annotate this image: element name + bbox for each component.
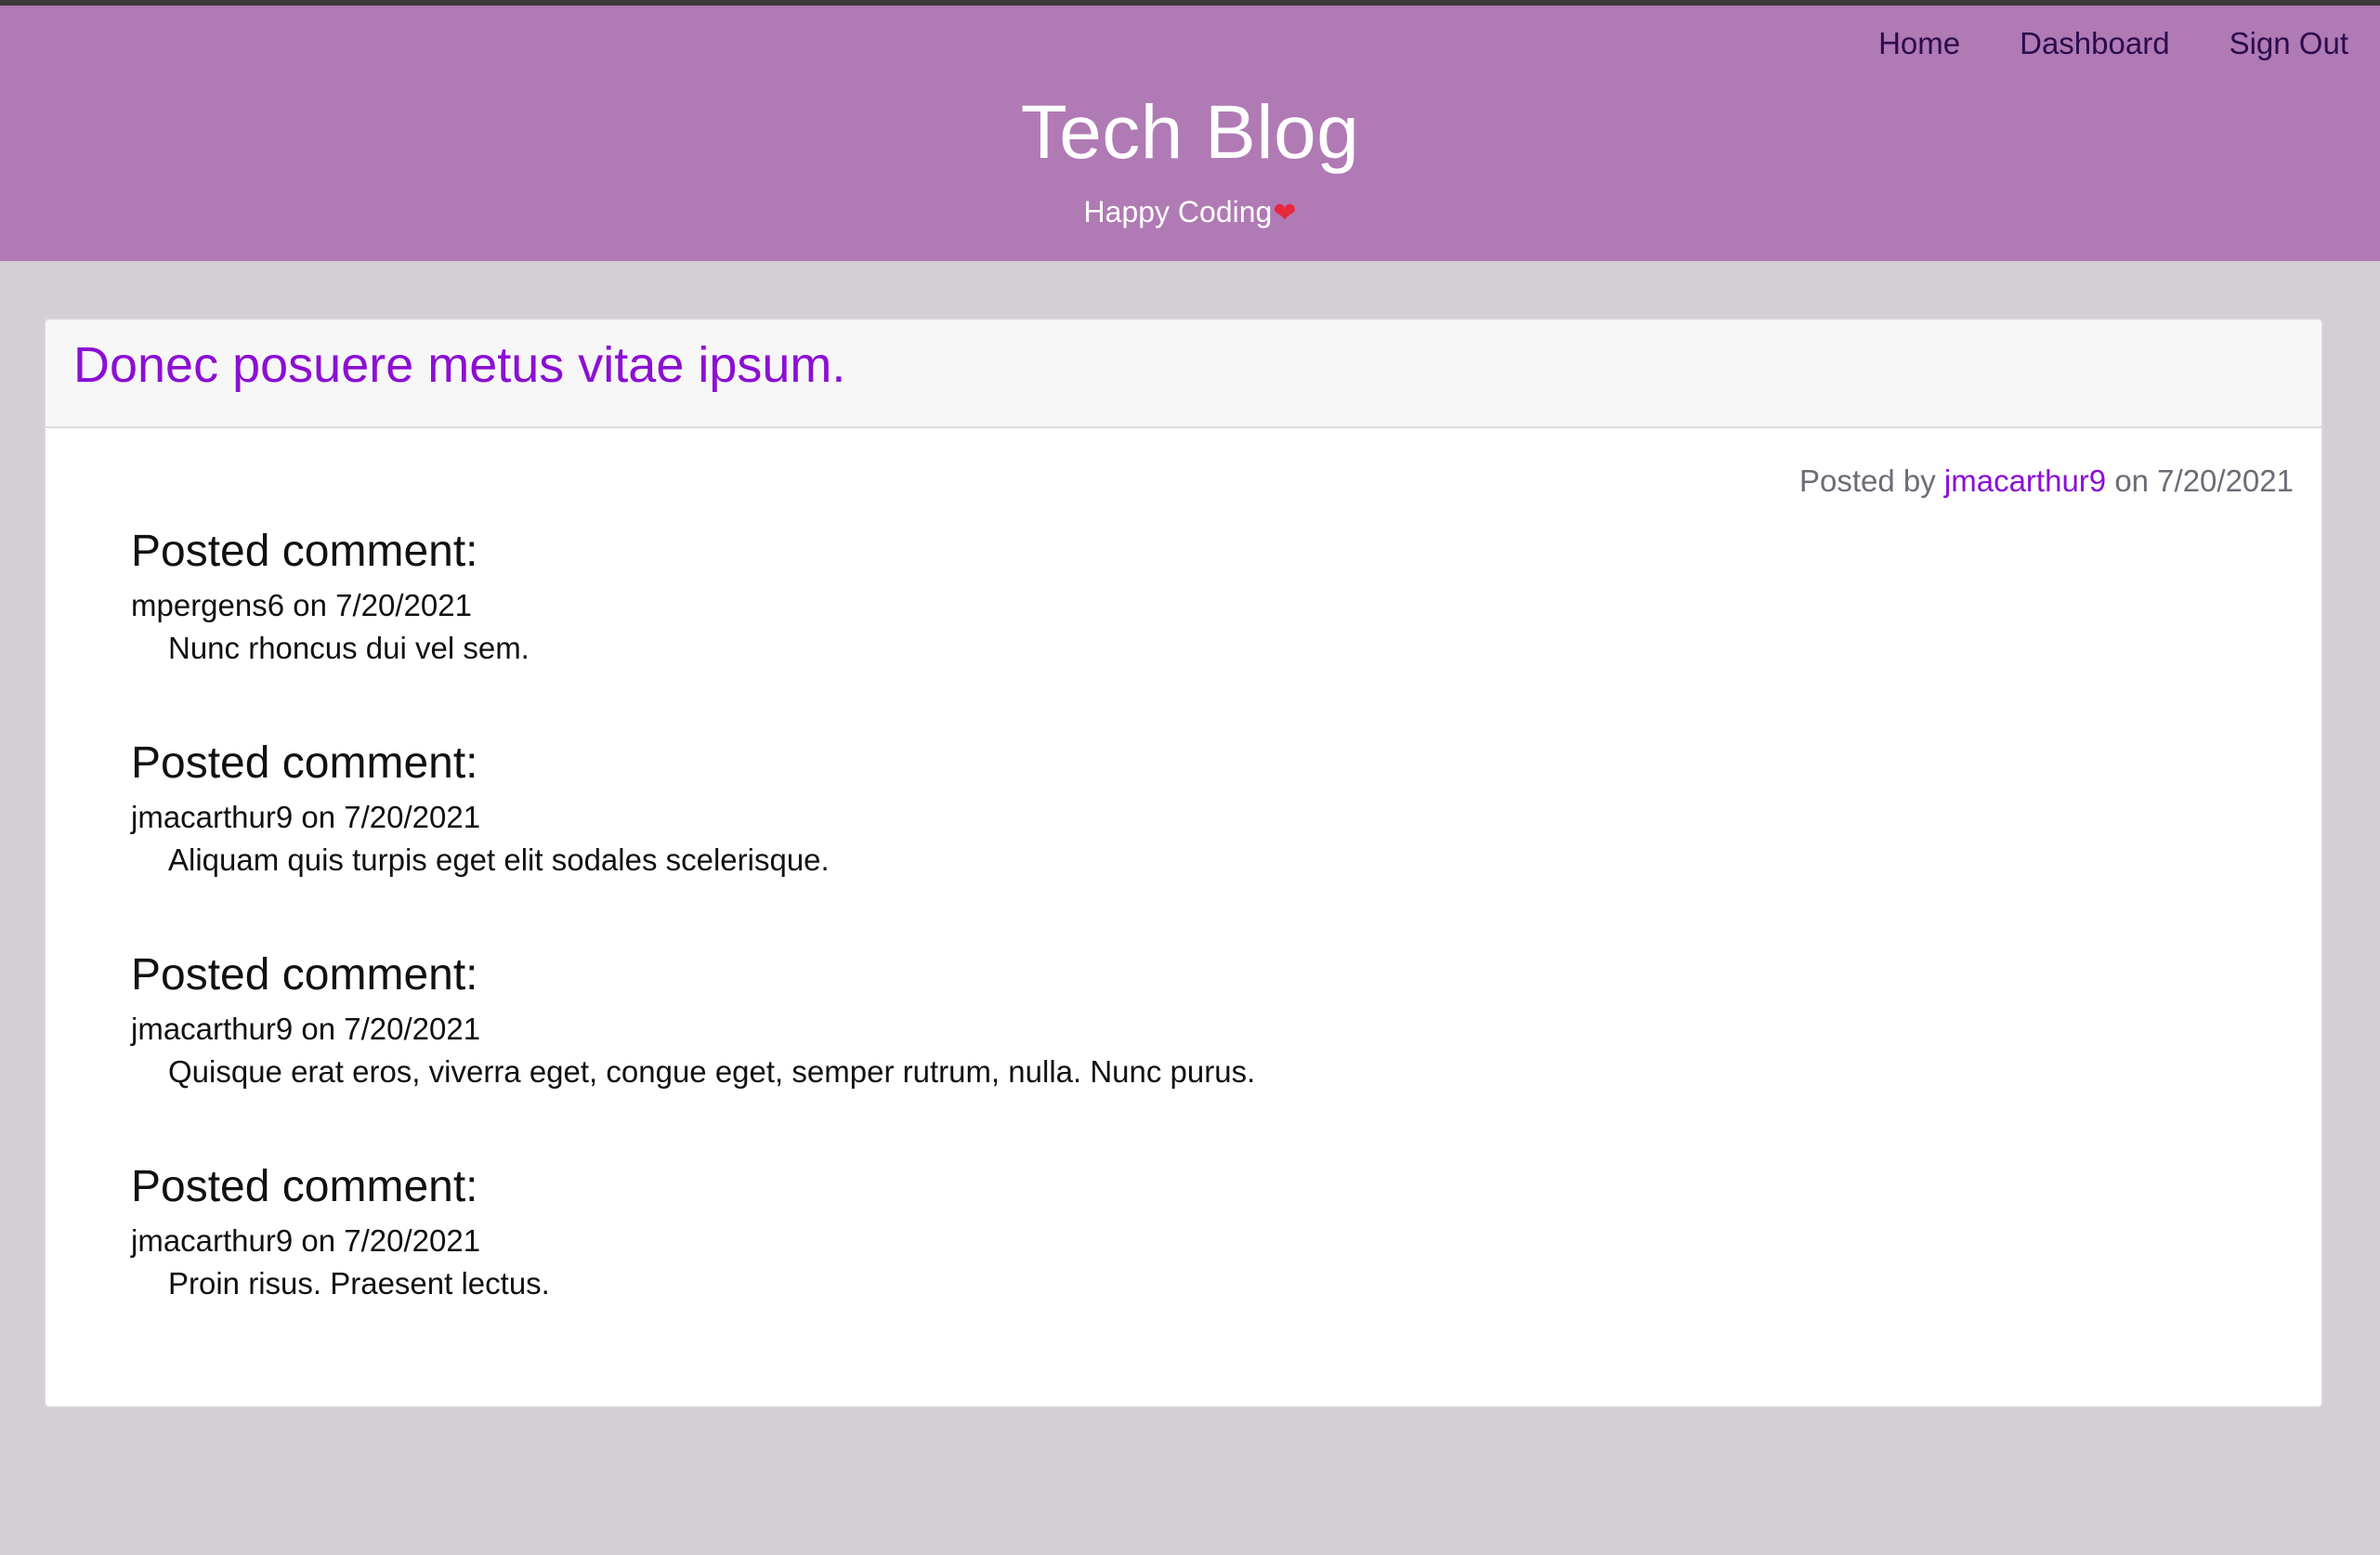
post-meta: Posted by jmacarthur9 on 7/20/2021 — [1799, 464, 2294, 499]
comment-meta: jmacarthur9 on 7/20/2021 — [131, 800, 481, 835]
site-tagline: Happy Coding❤ — [0, 195, 2380, 229]
comment-heading: Posted comment: — [131, 527, 478, 576]
comment-heading: Posted comment: — [131, 738, 478, 788]
post-meta-prefix: Posted by — [1798, 464, 1936, 498]
post-card-header: Donec posuere metus vitae ipsum. — [46, 320, 2321, 428]
post-card: Donec posuere metus vitae ipsum. Posted … — [44, 318, 2323, 1408]
nav-dashboard-link[interactable]: Dashboard — [2020, 26, 2169, 61]
site-title: Tech Blog — [1020, 90, 1360, 175]
comment-text: Proin risus. Praesent lectus. — [168, 1266, 550, 1301]
nav-home-link[interactable]: Home — [1878, 26, 1960, 61]
comment-item: Posted comment: jmacarthur9 on 7/20/2021… — [131, 738, 2175, 949]
site-header: Home Dashboard Sign Out Tech Blog Happy … — [0, 6, 2380, 261]
main-nav: Home Dashboard Sign Out — [1878, 26, 2348, 61]
comment-meta: jmacarthur9 on 7/20/2021 — [131, 1012, 481, 1047]
comment-item: Posted comment: jmacarthur9 on 7/20/2021… — [131, 949, 2175, 1161]
post-body: Posted by jmacarthur9 on 7/20/2021 Poste… — [46, 428, 2321, 1300]
post-author-link[interactable]: jmacarthur9 — [1944, 464, 2106, 498]
comment-item: Posted comment: jmacarthur9 on 7/20/2021… — [131, 1161, 2175, 1373]
comment-meta: jmacarthur9 on 7/20/2021 — [131, 1223, 481, 1259]
comment-item: Posted comment: mpergens6 on 7/20/2021 N… — [131, 526, 2175, 738]
post-title: Donec posuere metus vitae ipsum. — [73, 337, 846, 393]
comment-text: Aliquam quis turpis eget elit sodales sc… — [168, 843, 830, 878]
comment-heading: Posted comment: — [131, 1162, 478, 1211]
post-meta-date: on 7/20/2021 — [2114, 464, 2294, 498]
comment-heading: Posted comment: — [131, 950, 478, 1000]
comment-text: Quisque erat eros, viverra eget, congue … — [168, 1054, 1256, 1090]
heart-icon: ❤ — [1273, 198, 1297, 229]
comments-list: Posted comment: mpergens6 on 7/20/2021 N… — [131, 526, 2175, 1373]
nav-signout-link[interactable]: Sign Out — [2230, 26, 2348, 61]
tagline-text: Happy Coding — [1083, 195, 1273, 229]
comment-text: Nunc rhoncus dui vel sem. — [168, 631, 530, 666]
comment-meta: mpergens6 on 7/20/2021 — [131, 588, 472, 623]
